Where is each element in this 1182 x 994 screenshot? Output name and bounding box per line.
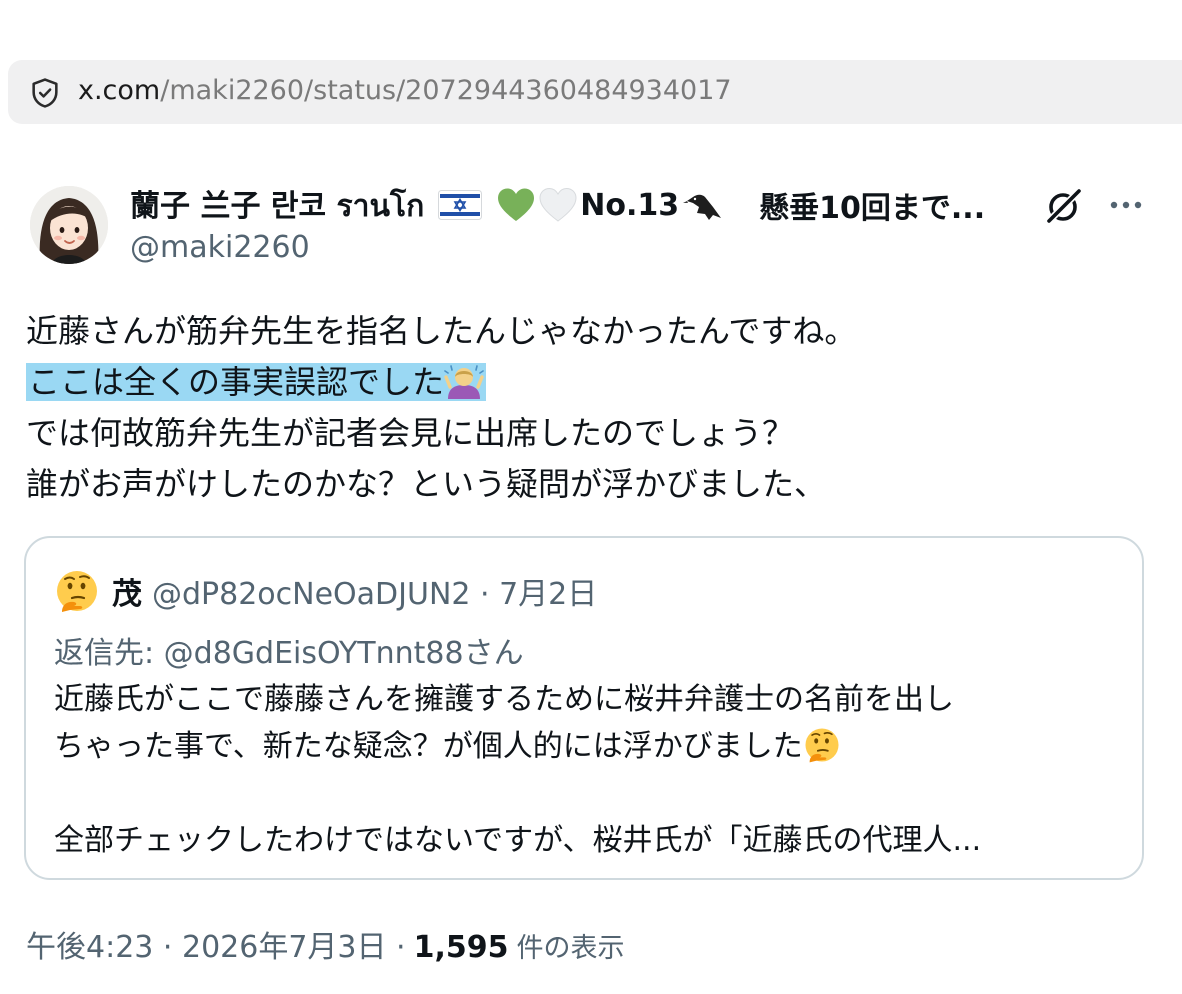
post-text-line: では何故筋弁先生が記者会見に出席したのでしょう？ — [26, 414, 795, 452]
selected-text-content: ここは全くの事実誤認でした — [28, 363, 445, 401]
url-text[interactable]: x.com/maki2260/status/207294436048493401… — [78, 74, 732, 108]
author-name-part2: No.13 — [580, 187, 680, 223]
quoted-reply-to: 返信先: @d8GdEisOYTnnt88さん — [54, 628, 524, 672]
author-name-part1: 蘭子 兰子 란코 รานโก — [130, 188, 425, 224]
post-text-line: 近藤さんが筋弁先生を指名したんじゃなかったんですね。 — [26, 312, 857, 350]
quoted-post-text: 近藤氏がここで藤藤さんを擁護するために桜井弁護士の名前を出し ちゃった事で、新た… — [54, 676, 981, 864]
quoted-text-content: ちゃった事で、新たな疑念？が個人的には浮かびました — [54, 729, 803, 764]
url-host: x.com — [78, 75, 161, 106]
thinking-face-icon — [57, 571, 97, 612]
white-heart-icon — [539, 187, 577, 222]
post-footer: 午後4:23 · 2026年7月3日 · 1,595 件の表示 — [26, 922, 624, 966]
avatar-illustration — [30, 186, 108, 264]
person-gesturing-icon — [444, 365, 484, 399]
author-name-part3: 懸垂10回まで... — [759, 191, 986, 226]
views-count: 1,595 — [413, 930, 509, 965]
quoted-author-name[interactable]: 茂 — [112, 569, 142, 613]
views-label: 件の表示 — [516, 933, 625, 964]
quoted-text-line: 近藤氏がここで藤藤さんを擁護するために桜井弁護士の名前を出し — [54, 682, 954, 717]
quoted-post-card[interactable]: 茂 @dP82ocNeOaDJUN2 · 7月2日 返信先: @d8GdEisO… — [24, 536, 1144, 880]
thinking-face-icon — [805, 728, 839, 763]
browser-top-strip — [0, 0, 1182, 52]
reply-label: 返信先: — [54, 636, 164, 671]
selected-text[interactable]: ここは全くの事実誤認でした — [26, 363, 487, 401]
shield-icon[interactable] — [28, 76, 62, 110]
black-bird-icon — [683, 194, 722, 220]
quoted-text-line: 全部チェックしたわけではないですが、桜井氏が「近藤氏の代理人... — [54, 823, 982, 858]
author-avatar[interactable] — [30, 186, 108, 264]
author-handle[interactable]: @maki2260 — [130, 230, 310, 265]
israel-flag-icon — [438, 190, 483, 220]
reply-mention[interactable]: @d8GdEisOYTnnt88さん — [164, 636, 524, 671]
quoted-text-line: ちゃった事で、新たな疑念？が個人的には浮かびました — [54, 723, 981, 770]
post-text-line: 誰がお声がけしたのかな？という疑問が浮かびました、 — [26, 465, 827, 503]
grok-icon[interactable] — [1044, 186, 1084, 226]
more-dots-icon[interactable] — [1106, 190, 1146, 220]
address-bar[interactable]: x.com/maki2260/status/207294436048493401… — [8, 60, 1182, 124]
post-text-line-highlighted: ここは全くの事実誤認でした — [26, 357, 856, 408]
quoted-handle-date[interactable]: @dP82ocNeOaDJUN2 · 7月2日 — [152, 569, 597, 613]
author-name-row[interactable]: 蘭子 兰子 란코 รานโก No.13 懸垂10回まで... — [130, 184, 986, 227]
quoted-text-line — [54, 770, 981, 817]
green-heart-icon — [498, 188, 535, 221]
url-path: /maki2260/status/2072944360484934017 — [160, 75, 732, 106]
quoted-post-header: 茂 @dP82ocNeOaDJUN2 · 7月2日 — [54, 568, 597, 614]
post-timestamp[interactable]: 午後4:23 · 2026年7月3日 · — [26, 922, 406, 966]
post-text: 近藤さんが筋弁先生を指名したんじゃなかったんですね。 ここは全くの事実誤認でした… — [26, 306, 856, 510]
